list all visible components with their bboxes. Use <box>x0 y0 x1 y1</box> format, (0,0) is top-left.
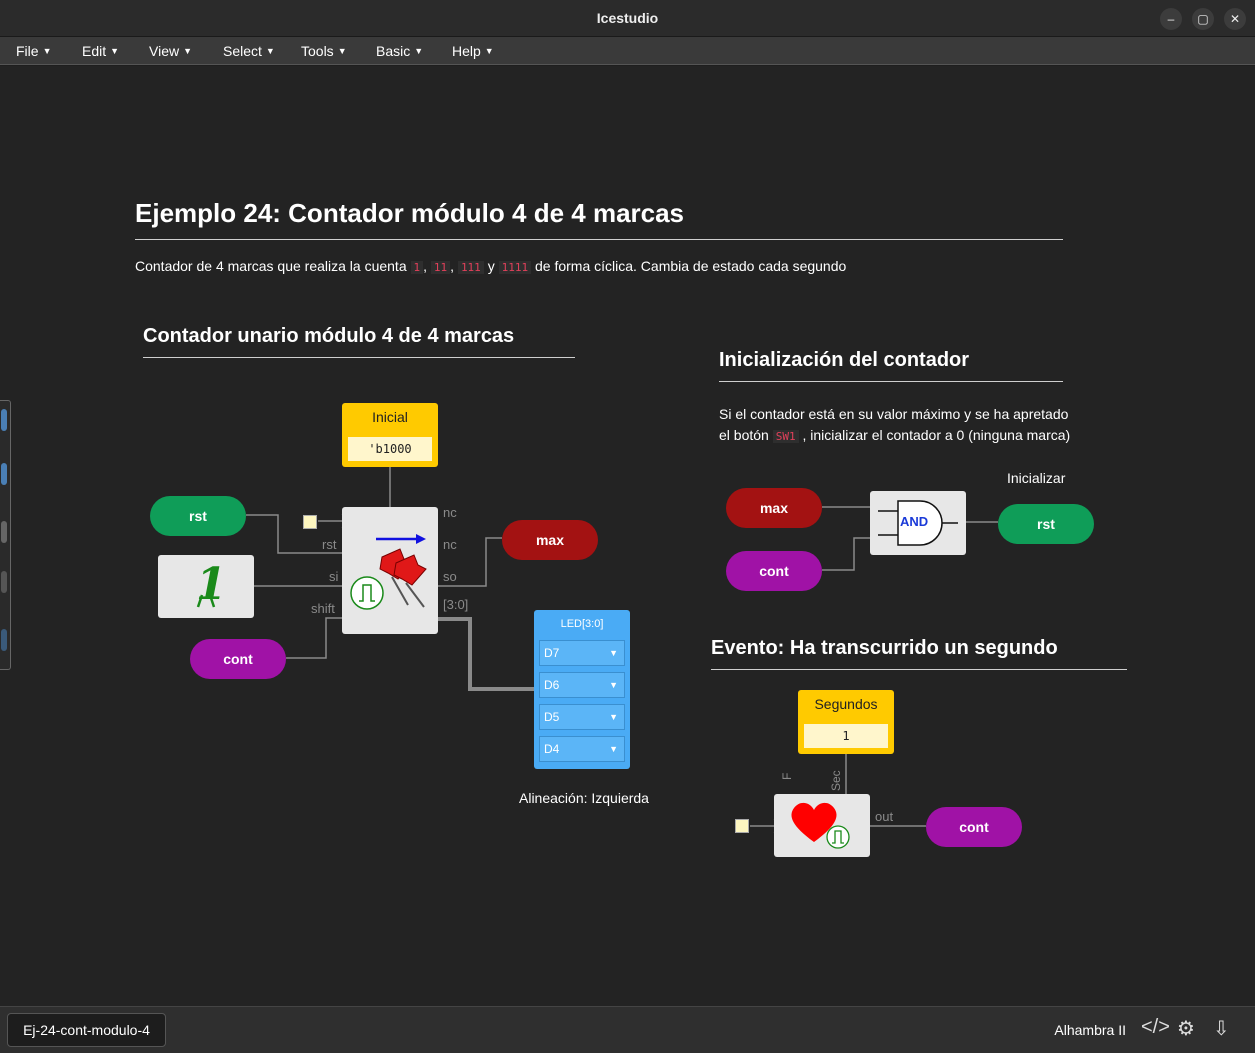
page-description: Contador de 4 marcas que realiza la cuen… <box>135 258 847 274</box>
section-divider <box>719 381 1063 382</box>
project-tab[interactable]: Ej-24-cont-modulo-4 <box>7 1013 166 1047</box>
led-pin-select[interactable]: D5 ▼ <box>539 704 625 730</box>
constant-inicial[interactable]: Inicial 'b1000 <box>342 403 438 467</box>
gate-label: AND <box>900 514 929 529</box>
bit-one-block[interactable]: 1 <box>158 555 254 618</box>
build-gear-icon[interactable]: ⚙ <box>1177 1016 1195 1041</box>
tool-icon[interactable] <box>1 571 7 593</box>
input-cont[interactable]: cont <box>726 551 822 591</box>
statusbar: Ej-24-cont-modulo-4 Alhambra II </> ⚙ ⇩ <box>0 1006 1255 1053</box>
port-bus: [3:0] <box>443 597 469 612</box>
heartbeat-block[interactable] <box>774 794 870 857</box>
output-cont[interactable]: cont <box>926 807 1022 847</box>
pushpin-shift-icon <box>350 534 427 610</box>
led-title: LED[3:0] <box>560 618 604 630</box>
alignment-note: Alineación: Izquierda <box>519 790 649 806</box>
code-11: 11 <box>430 261 451 274</box>
code-111: 111 <box>457 261 484 274</box>
led-pin-select[interactable]: D7 ▼ <box>539 640 625 666</box>
port-f: F <box>780 772 794 780</box>
section-divider <box>711 669 1127 670</box>
bit-one-icon: 1 <box>196 559 227 610</box>
port-sec: Sec <box>829 770 843 791</box>
heart-icon <box>791 802 850 849</box>
section-title-event: Evento: Ha transcurrido un segundo <box>711 637 1058 659</box>
init-description: Si el contador está en su valor máximo y… <box>719 406 1071 443</box>
clock-input[interactable] <box>303 515 317 529</box>
tool-icon[interactable] <box>1 463 7 485</box>
port-rst: rst <box>322 537 337 552</box>
input-rst[interactable]: rst <box>150 496 246 536</box>
led-pin-select[interactable]: D6 ▼ <box>539 672 625 698</box>
tool-icon[interactable] <box>1 629 7 651</box>
tool-icon[interactable] <box>1 521 7 543</box>
clock-input[interactable] <box>735 819 749 833</box>
constant-value[interactable]: 'b1000 <box>348 437 432 461</box>
upload-icon[interactable]: ⇩ <box>1213 1016 1230 1041</box>
port-nc: nc <box>443 537 457 552</box>
output-max[interactable]: max <box>502 520 598 560</box>
init-caption: Inicializar <box>1007 470 1066 486</box>
chevron-down-icon: ▼ <box>609 648 618 658</box>
section-title-counter: Contador unario módulo 4 de 4 marcas <box>143 325 515 347</box>
code-1: 1 <box>410 261 424 274</box>
port-nc: nc <box>443 505 457 520</box>
tool-icon[interactable] <box>1 409 7 431</box>
input-cont[interactable]: cont <box>190 639 286 679</box>
chevron-down-icon: ▼ <box>609 680 618 690</box>
title-divider <box>135 239 1063 240</box>
constant-segundos[interactable]: Segundos 1 <box>798 690 894 754</box>
code-1111: 1111 <box>498 261 532 274</box>
code-sw1: SW1 <box>772 430 799 443</box>
chevron-down-icon: ▼ <box>609 744 618 754</box>
port-so: so <box>443 569 457 584</box>
and-gate-block[interactable]: AND <box>870 491 966 555</box>
constant-value[interactable]: 1 <box>804 724 888 748</box>
input-max[interactable]: max <box>726 488 822 528</box>
port-si: si <box>329 569 339 584</box>
shift-register-block[interactable] <box>342 507 438 634</box>
board-name[interactable]: Alhambra II <box>1054 1022 1126 1038</box>
chevron-down-icon: ▼ <box>609 712 618 722</box>
section-title-init: Inicialización del contador <box>719 349 970 371</box>
side-toolbar[interactable] <box>0 400 11 670</box>
section-divider <box>143 357 575 358</box>
led-output-block[interactable]: LED[3:0] D7 ▼ D6 ▼ D5 ▼ D4 ▼ <box>534 610 630 769</box>
output-rst[interactable]: rst <box>998 504 1094 544</box>
led-pin-select[interactable]: D4 ▼ <box>539 736 625 762</box>
port-out: out <box>875 809 894 824</box>
page-title: Ejemplo 24: Contador módulo 4 de 4 marca… <box>135 198 685 228</box>
port-shift: shift <box>311 601 335 616</box>
verilog-code-icon[interactable]: </> <box>1141 1016 1170 1039</box>
